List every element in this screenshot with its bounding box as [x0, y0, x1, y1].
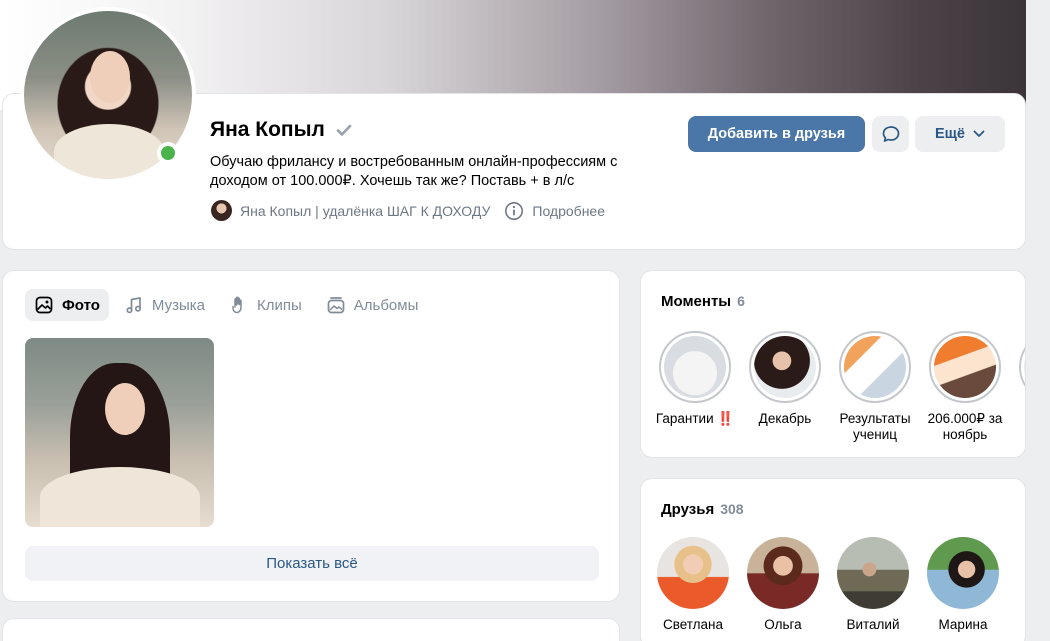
- friend-avatar: [747, 537, 819, 609]
- profile-status: Обучаю фрилансу и востребованным онлайн-…: [210, 154, 618, 189]
- moment-label: Декабрь: [758, 411, 812, 426]
- friends-title[interactable]: Друзья 308: [661, 501, 744, 518]
- tab-photos[interactable]: Фото: [25, 289, 109, 321]
- moment-thumbnail: [1024, 336, 1025, 398]
- message-button[interactable]: [872, 116, 909, 152]
- online-indicator: [157, 142, 179, 164]
- music-icon: [126, 297, 141, 314]
- more-button-label: Ещё: [935, 126, 965, 142]
- friends-card: Друзья 308 Светлана Ольга Виталий Марина: [640, 478, 1026, 641]
- clips-icon: [232, 296, 242, 314]
- moment-item[interactable]: Гарантии ‼️: [656, 331, 734, 443]
- profile-name-row: Яна Копыл: [210, 118, 353, 142]
- verified-check-icon[interactable]: [335, 121, 353, 139]
- friend-item[interactable]: Ольга: [747, 537, 819, 632]
- moment-label: Гарантии ‼️: [655, 411, 735, 426]
- moment-label: З: [1010, 411, 1025, 427]
- friend-name: Светлана: [662, 617, 724, 632]
- work-link[interactable]: Яна Копыл | удалёнка ШАГ К ДОХОДУ: [240, 203, 490, 219]
- more-button[interactable]: Ещё: [915, 116, 1005, 152]
- tab-music[interactable]: Музыка: [115, 289, 214, 321]
- friend-name: Виталий: [846, 617, 900, 632]
- moment-thumbnail: [754, 336, 816, 398]
- friend-name: Ольга: [764, 617, 802, 632]
- next-section-card: [2, 618, 620, 641]
- tab-photos-label: Фото: [62, 296, 100, 314]
- friend-item[interactable]: Светлана: [657, 537, 729, 632]
- moments-title[interactable]: Моменты 6: [661, 293, 745, 310]
- image-icon: [35, 296, 53, 314]
- moment-item[interactable]: 206.000₽ за ноябрь: [928, 331, 1002, 443]
- info-icon[interactable]: [504, 201, 524, 221]
- moment-item[interactable]: Декабрь: [749, 331, 821, 443]
- friends-count: 308: [720, 501, 744, 517]
- moment-item[interactable]: З: [1019, 331, 1025, 443]
- friend-avatar: [837, 537, 909, 609]
- friend-name: Марина: [938, 617, 988, 632]
- friend-avatar: [657, 537, 729, 609]
- moments-card: Моменты 6 Гарантии ‼️ Декабрь Результаты …: [640, 270, 1026, 458]
- friend-item[interactable]: Виталий: [837, 537, 909, 632]
- tab-clips-label: Клипы: [256, 296, 302, 314]
- friend-avatar: [927, 537, 999, 609]
- moment-label: Результаты учениц: [839, 411, 911, 442]
- moment-thumbnail: [934, 336, 996, 398]
- photo-thumbnail[interactable]: [25, 338, 214, 527]
- message-icon: [882, 126, 899, 142]
- chevron-down-icon: [973, 130, 985, 137]
- moment-thumbnail: [664, 336, 726, 398]
- page-edge: [1026, 0, 1050, 641]
- tab-albums-label: Альбомы: [353, 296, 419, 314]
- tab-music-label: Музыка: [151, 296, 205, 314]
- media-card: Фото Музыка Клипы Альбомы Показать всё: [2, 270, 620, 602]
- albums-icon: [327, 297, 345, 314]
- friend-item[interactable]: Марина: [927, 537, 999, 632]
- moments-count: 6: [737, 293, 745, 309]
- work-avatar-icon: [211, 200, 232, 221]
- profile-name: Яна Копыл: [210, 118, 325, 141]
- tab-albums[interactable]: Альбомы: [317, 289, 428, 321]
- friends-title-text: Друзья: [661, 501, 715, 518]
- moment-label: 206.000₽ за ноябрь: [927, 411, 1003, 442]
- moment-item[interactable]: Результаты учениц: [839, 331, 911, 443]
- moments-title-text: Моменты: [661, 293, 732, 310]
- tab-clips[interactable]: Клипы: [220, 289, 311, 321]
- moment-thumbnail: [844, 336, 906, 398]
- show-all-button[interactable]: Показать всё: [25, 546, 599, 581]
- moments-list: Гарантии ‼️ Декабрь Результаты учениц 20…: [656, 331, 1025, 443]
- friends-list: Светлана Ольга Виталий Марина: [657, 537, 999, 632]
- details-link[interactable]: Подробнее: [532, 203, 605, 219]
- profile-meta: Яна Копыл | удалёнка ШАГ К ДОХОДУ Подроб…: [211, 200, 605, 221]
- media-tabs: Фото Музыка Клипы Альбомы: [25, 289, 427, 321]
- add-friend-button[interactable]: Добавить в друзья: [688, 116, 865, 152]
